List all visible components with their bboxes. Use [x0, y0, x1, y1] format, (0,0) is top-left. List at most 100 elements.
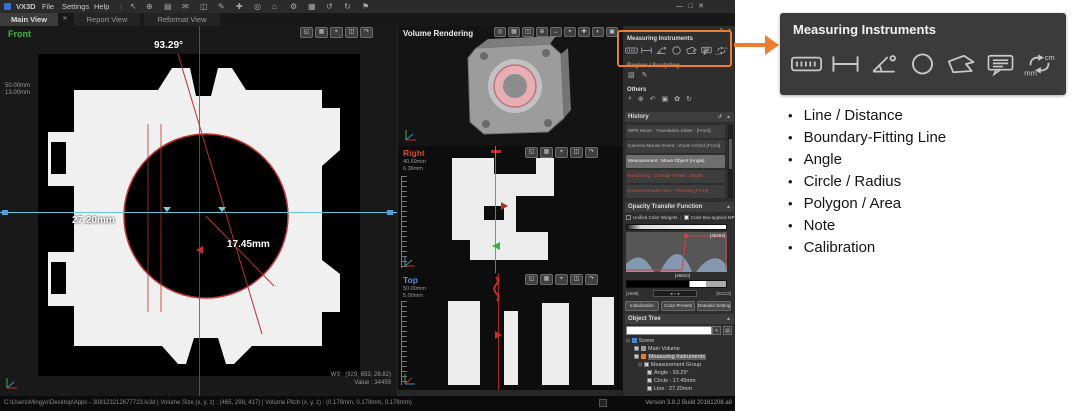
angle-icon[interactable] [655, 45, 668, 56]
checkbox[interactable]: ✓ [644, 362, 649, 367]
history-entry[interactable]: Camera Mouse Item : Panning [Front] [626, 185, 725, 198]
region-select-icon[interactable]: ▧ [628, 71, 635, 79]
search-clear-icon[interactable]: ✕ [712, 326, 721, 335]
otf-histogram[interactable]: [45263] [626, 232, 727, 272]
view-export-button[interactable]: ↷ [360, 27, 373, 38]
mpr-crosshair-vertical-red[interactable] [498, 273, 499, 390]
close-button[interactable]: ✕ [698, 0, 704, 13]
mpr-crosshair-vertical[interactable] [199, 26, 200, 396]
color-widget-bar[interactable] [626, 224, 727, 230]
tab-report-view[interactable]: Report View [74, 13, 140, 26]
undo-arrow-icon[interactable]: ↶ [650, 95, 656, 103]
right-view[interactable]: Right 40.69mm 6.36mm ◱ ▦ ⌖ ◫ ↷ [398, 146, 622, 273]
object-tree-header[interactable]: Object Tree▲ [625, 314, 734, 324]
zoom-plus-icon[interactable]: ⊕ [638, 95, 644, 103]
tab-main-view[interactable]: Main View [0, 13, 58, 26]
pen-icon[interactable]: ✎ [218, 0, 225, 13]
view-fit-button[interactable]: ◱ [300, 27, 313, 38]
note-icon[interactable] [700, 45, 713, 56]
color-presets-button[interactable]: Color Presets [661, 301, 695, 311]
folder-icon[interactable]: ▤ [723, 326, 732, 335]
tree-node-angle[interactable]: ✓Angle : 93.29° [647, 370, 689, 378]
redo-icon[interactable]: ↻ [344, 0, 351, 13]
menu-help[interactable]: Help [94, 0, 109, 13]
polygon-icon[interactable] [685, 45, 698, 56]
tree-node-circle[interactable]: ✓Circle : 17.45mm [647, 378, 696, 386]
flower-marker-icon[interactable]: ✿ [674, 95, 680, 103]
history-undo-icon[interactable]: ↺ [718, 112, 722, 122]
top-view[interactable]: Top 50.00mm 5.00mm ◱ ▦ ⌖ ◫ ↷ [398, 273, 622, 390]
panel-expand-icon[interactable]: » [720, 27, 723, 33]
history-entry[interactable]: Camera Mouse Event : Zoom In/Out [Front] [626, 140, 725, 153]
tree-node-scene[interactable]: ⊟ Scene [626, 338, 654, 346]
tree-node-line[interactable]: ✓Line : 27.20mm [647, 386, 692, 394]
menu-file[interactable]: File [42, 0, 54, 13]
select-tool-icon[interactable]: ↖ [130, 0, 137, 13]
checkbox[interactable]: ✓ [647, 386, 652, 391]
mpr-crosshair-vertical-green[interactable] [495, 146, 496, 273]
home-icon[interactable]: ⌂ [272, 0, 277, 13]
slab-marker-right[interactable] [218, 207, 226, 212]
app-menu-title[interactable]: VX3D [16, 0, 36, 13]
plus-icon[interactable]: ✚ [236, 0, 243, 13]
slab-marker-left[interactable] [163, 207, 171, 212]
detailed-setting-button[interactable]: Detailed Setting [697, 301, 731, 311]
otf-range-slider[interactable]: ◄ ▪ ► [653, 290, 697, 297]
ruler-icon[interactable] [625, 45, 638, 56]
tab-close-icon[interactable]: ✕ [60, 13, 70, 26]
crosshair-handle-right[interactable] [387, 210, 393, 215]
object-tree-collapse-icon[interactable]: ▲ [726, 314, 731, 324]
otf-header[interactable]: Opacity Transfer Function▲ [625, 202, 734, 212]
tree-expand-icon[interactable]: ⊟ [626, 338, 630, 344]
record-icon[interactable]: ◎ [254, 0, 261, 13]
view-crosshair-button[interactable]: ⌖ [330, 27, 343, 38]
history-entry[interactable]: Rendering : Change Preset : Bright [626, 170, 725, 183]
history-scrollbar[interactable] [728, 125, 733, 198]
otf-collapse-icon[interactable]: ▲ [726, 202, 731, 212]
unified-color-checkbox[interactable] [626, 215, 631, 220]
grid-icon[interactable]: ▦ [308, 0, 316, 13]
otf-value-bar[interactable] [626, 280, 727, 288]
stamp-icon[interactable]: ▣ [662, 95, 669, 103]
sculpt-pen-icon[interactable]: ✎ [642, 71, 648, 79]
menu-settings[interactable]: Settings [62, 0, 89, 13]
display-icon[interactable]: ◫ [200, 0, 208, 13]
volume-rendering-view[interactable]: Volume Rendering ◎ ▦ ◫ ⊕ ↔ ⌖ ✚ ◐ ▣ [398, 26, 622, 146]
history-entry-selected[interactable]: Measurement : Move Object [Angle] [626, 155, 725, 168]
view-grid-button[interactable]: ▦ [315, 27, 328, 38]
flag-icon[interactable]: ⚑ [362, 0, 369, 13]
message-icon[interactable]: ✉ [182, 0, 189, 13]
tab-reformat-view[interactable]: Reformat View [144, 13, 220, 26]
history-collapse-icon[interactable]: ▲ [726, 112, 731, 122]
front-view[interactable]: Front ◱ ▦ ⌖ ◫ ↷ 50.00mm 13.00mm [0, 26, 397, 396]
color-bar-checkbox[interactable] [684, 215, 689, 220]
settings-icon[interactable]: ⚙ [290, 0, 297, 13]
volume-render-object[interactable] [398, 26, 622, 146]
checkbox[interactable]: ✓ [647, 370, 652, 375]
history-header[interactable]: History ↺ ▲ [625, 112, 734, 122]
reset-rotate-icon[interactable]: ↻ [686, 95, 692, 103]
circle-icon[interactable] [670, 45, 683, 56]
undo-icon[interactable]: ↺ [326, 0, 333, 13]
minimize-button[interactable]: — [676, 0, 683, 13]
slider-handle[interactable]: ▪ [674, 291, 675, 296]
tree-node-measurement-group[interactable]: ⊟ ✓Measurement Group [638, 362, 701, 370]
view-layout-button[interactable]: ◫ [345, 27, 358, 38]
maximize-button[interactable]: □ [689, 0, 693, 13]
initialization-button[interactable]: Initialization [625, 301, 659, 311]
history-entry[interactable]: MPR Move : Translation Slider : [Front] [626, 125, 725, 138]
crosshair-handle-left[interactable] [2, 210, 8, 215]
checkbox[interactable]: ✓ [634, 346, 639, 351]
slider-right-arrow[interactable]: ► [677, 291, 681, 296]
slider-left-arrow[interactable]: ◄ [669, 291, 673, 296]
zoom-search-icon[interactable]: ⌕ [628, 95, 632, 103]
mpr-crosshair-horizontal[interactable] [0, 212, 397, 213]
checkbox[interactable]: ✓ [634, 354, 639, 359]
tree-node-main-volume[interactable]: ✓Main Volume [634, 346, 680, 354]
add-tool-icon[interactable]: ⊕ [146, 0, 153, 13]
object-tree-search-input[interactable] [626, 326, 712, 335]
calibration-icon[interactable] [715, 45, 728, 56]
save-icon[interactable]: ▤ [164, 0, 172, 13]
boundary-line-icon[interactable] [640, 45, 653, 56]
tree-expand-icon[interactable]: ⊟ [638, 362, 642, 368]
